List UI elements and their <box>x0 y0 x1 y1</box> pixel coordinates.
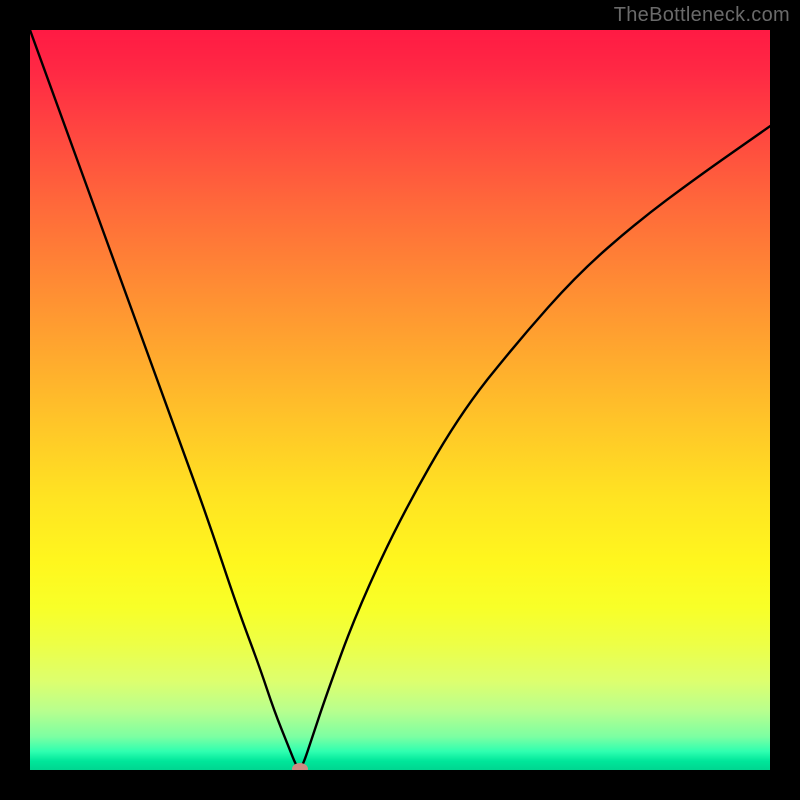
bottleneck-curve <box>30 30 770 770</box>
chart-frame: TheBottleneck.com <box>0 0 800 800</box>
optimal-point-marker <box>292 763 308 770</box>
watermark-text: TheBottleneck.com <box>614 4 790 27</box>
plot-area <box>30 30 770 770</box>
